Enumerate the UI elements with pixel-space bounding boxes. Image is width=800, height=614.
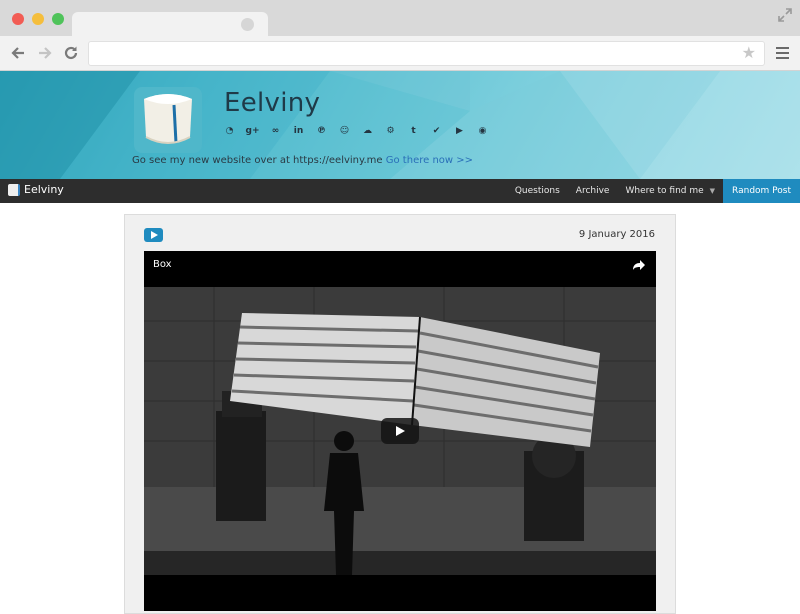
maximize-window-button[interactable] <box>52 13 64 25</box>
video-player[interactable]: Box <box>144 251 656 611</box>
video-post: 9 January 2016 Box <box>124 214 676 614</box>
browser-toolbar: ★ <box>0 36 800 71</box>
social-links: ◔ g+ ∞ in ℗ ☺ ☁ ⚙ t ✔ ▶ ◉ <box>218 124 494 138</box>
url-input[interactable] <box>89 42 729 65</box>
browser-menu-icon[interactable] <box>776 47 789 59</box>
pinterest-icon[interactable]: ℗ <box>310 124 333 138</box>
reload-icon[interactable] <box>62 44 80 62</box>
video-post-icon <box>144 228 163 242</box>
top-navbar: Eelviny Questions Archive Where to find … <box>0 179 800 203</box>
twitter-icon[interactable]: ✔ <box>425 124 448 138</box>
github-icon[interactable]: ◔ <box>218 124 241 138</box>
blog-header: Eelviny ◔ g+ ∞ in ℗ ☺ ☁ ⚙ t ✔ ▶ ◉ Go see… <box>0 71 800 179</box>
back-icon[interactable] <box>9 44 27 62</box>
play-button[interactable] <box>381 418 419 444</box>
address-bar[interactable]: ★ <box>88 41 765 66</box>
minimize-window-button[interactable] <box>32 13 44 25</box>
youtube-icon[interactable]: ▶ <box>448 124 471 138</box>
steam-icon[interactable]: ⚙ <box>379 124 402 138</box>
share-icon[interactable] <box>632 259 646 271</box>
nav-archive[interactable]: Archive <box>568 179 618 203</box>
notice-message: Go see my new website over at https://ee… <box>132 155 383 166</box>
linkedin-icon[interactable]: in <box>287 124 310 138</box>
nav-questions[interactable]: Questions <box>507 179 568 203</box>
nav-links: Questions Archive Where to find me ▼ Rand… <box>507 179 800 203</box>
post-date[interactable]: 9 January 2016 <box>579 229 655 240</box>
tab-close-icon[interactable] <box>241 18 254 31</box>
go-there-link[interactable]: Go there now >> <box>386 155 473 166</box>
nav-where-label: Where to find me <box>625 186 704 196</box>
fullscreen-icon[interactable] <box>778 8 792 22</box>
browser-tab[interactable] <box>72 12 268 38</box>
video-title[interactable]: Box <box>153 259 172 270</box>
bookmark-star-icon[interactable]: ★ <box>742 45 756 63</box>
navbar-brand-label: Eelviny <box>24 183 64 196</box>
site-title[interactable]: Eelviny <box>224 88 320 118</box>
navbar-brand[interactable]: Eelviny <box>8 183 64 196</box>
forward-icon[interactable] <box>36 44 54 62</box>
random-post-button[interactable]: Random Post <box>723 179 800 203</box>
reddit-icon[interactable]: ☺ <box>333 124 356 138</box>
close-window-button[interactable] <box>12 13 24 25</box>
google-plus-icon[interactable]: g+ <box>241 124 264 138</box>
avatar <box>134 87 202 153</box>
browser-titlebar <box>0 0 800 38</box>
chevron-down-icon: ▼ <box>709 187 716 195</box>
notice-text: Go see my new website over at https://ee… <box>132 155 473 166</box>
nav-where-to-find-me[interactable]: Where to find me ▼ <box>617 179 723 203</box>
soundcloud-icon[interactable]: ☁ <box>356 124 379 138</box>
brand-logo-icon <box>8 183 20 196</box>
lastfm-icon[interactable]: ∞ <box>264 124 287 138</box>
rss-icon[interactable]: ◉ <box>471 124 494 138</box>
tumblr-icon[interactable]: t <box>402 124 425 138</box>
